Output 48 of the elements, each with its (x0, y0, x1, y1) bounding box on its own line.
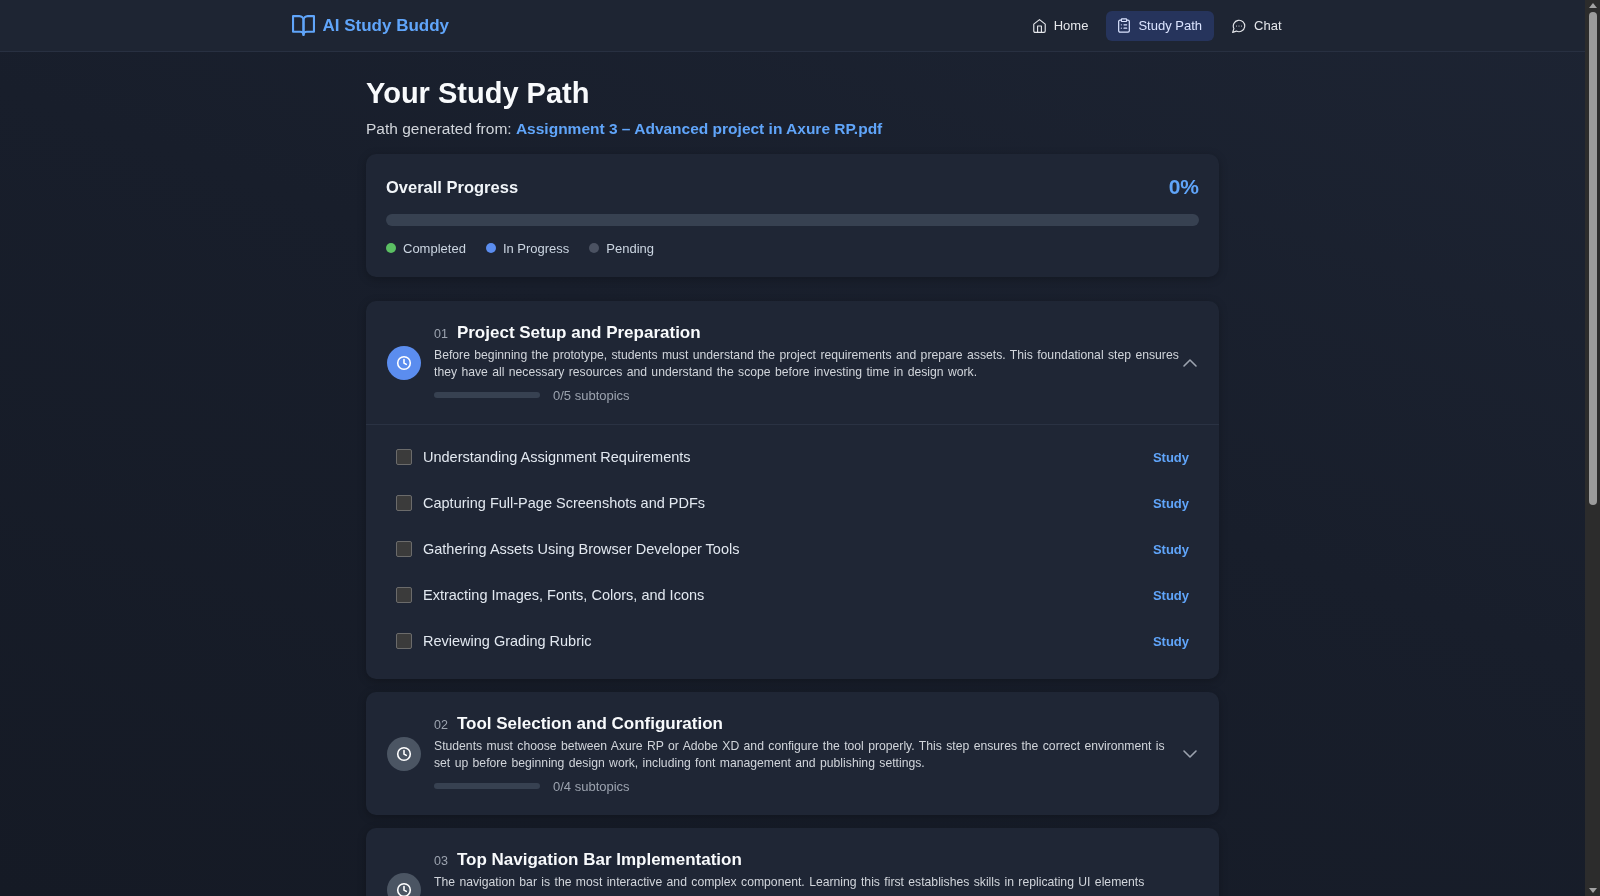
checkbox[interactable] (396, 449, 412, 465)
checkbox[interactable] (396, 495, 412, 511)
nav-link[interactable]: Home (1020, 10, 1101, 41)
progress-percent: 0% (1168, 175, 1199, 199)
study-link[interactable]: Study (1152, 587, 1189, 603)
house-icon (1032, 18, 1046, 33)
subtopic-count: 0/5 subtopics (553, 387, 630, 403)
progress-title: Overall Progress (386, 177, 519, 197)
step-description: Before beginning the prototype, students must understand the project requirements and prepare assets. This foundational step ensures they have all necessary resources and understand the scope before investing time in design work. (434, 347, 1180, 381)
clipboard-icon (1118, 18, 1131, 33)
nav-link[interactable]: Chat (1220, 10, 1294, 41)
checkbox[interactable] (396, 633, 412, 649)
legend-label: Completed (403, 240, 466, 256)
checkbox[interactable] (396, 587, 412, 603)
step-title: Project Setup and Preparation (456, 322, 701, 344)
chevron-up-icon[interactable] (1183, 358, 1197, 367)
subtopic-count: 0/4 subtopics (553, 778, 630, 794)
checkbox[interactable] (396, 541, 412, 557)
step-number: 01 (434, 326, 448, 343)
step-number: 03 (434, 853, 448, 870)
app-logo-link[interactable]: AI Study Buddy (291, 15, 450, 36)
subtopic-title: Reviewing Grading Rubric (423, 633, 593, 649)
step-number: 02 (434, 717, 448, 734)
study-link[interactable]: Study (1152, 541, 1189, 557)
subtopic-title: Extracting Images, Fonts, Colors, and Icons (423, 587, 706, 603)
scroll-down-arrow-icon[interactable] (1588, 888, 1597, 893)
step-title: Top Navigation Bar Implementation (456, 849, 742, 871)
step-description: Students must choose between Axure RP or Adobe XD and configure the tool properly. This step ensures the correct environment is set up before beginning design work, including font management and publishing settings. (434, 738, 1166, 772)
chevron-down-icon[interactable] (1183, 749, 1197, 758)
subtopic-title: Understanding Assignment Requirements (423, 449, 692, 465)
scroll-up-arrow-icon[interactable] (1588, 3, 1597, 8)
subtopic-title: Gathering Assets Using Browser Developer Tools (423, 541, 741, 557)
speech-bubble-icon (1232, 18, 1247, 33)
nav-tab[interactable]: Study Path (1106, 10, 1215, 41)
scrollbar-thumb[interactable] (1588, 12, 1597, 505)
subtopic-title: Capturing Full-Page Screenshots and PDFs (423, 495, 707, 511)
legend-label: In Progress (502, 240, 570, 256)
step-description: The navigation bar is the most interactive and complex component. Learning this first establishes skills in replicating UI elements (434, 874, 1146, 891)
scrollbar[interactable] (1585, 0, 1600, 896)
step-title: Tool Selection and Configuration (456, 713, 723, 735)
source-caption: Path generated from: Assignment 3 – Advanced project in Axure RP.pdf (366, 119, 884, 139)
file-link[interactable]: Assignment 3 – Advanced project in Axure RP.pdf (515, 120, 883, 137)
study-link[interactable]: Study (1152, 633, 1189, 649)
legend-label: Pending (606, 240, 655, 256)
study-link[interactable]: Study (1152, 449, 1189, 465)
page-title: Your Study Path (366, 76, 591, 110)
open-book-icon (291, 15, 315, 36)
study-link[interactable]: Study (1152, 495, 1189, 511)
